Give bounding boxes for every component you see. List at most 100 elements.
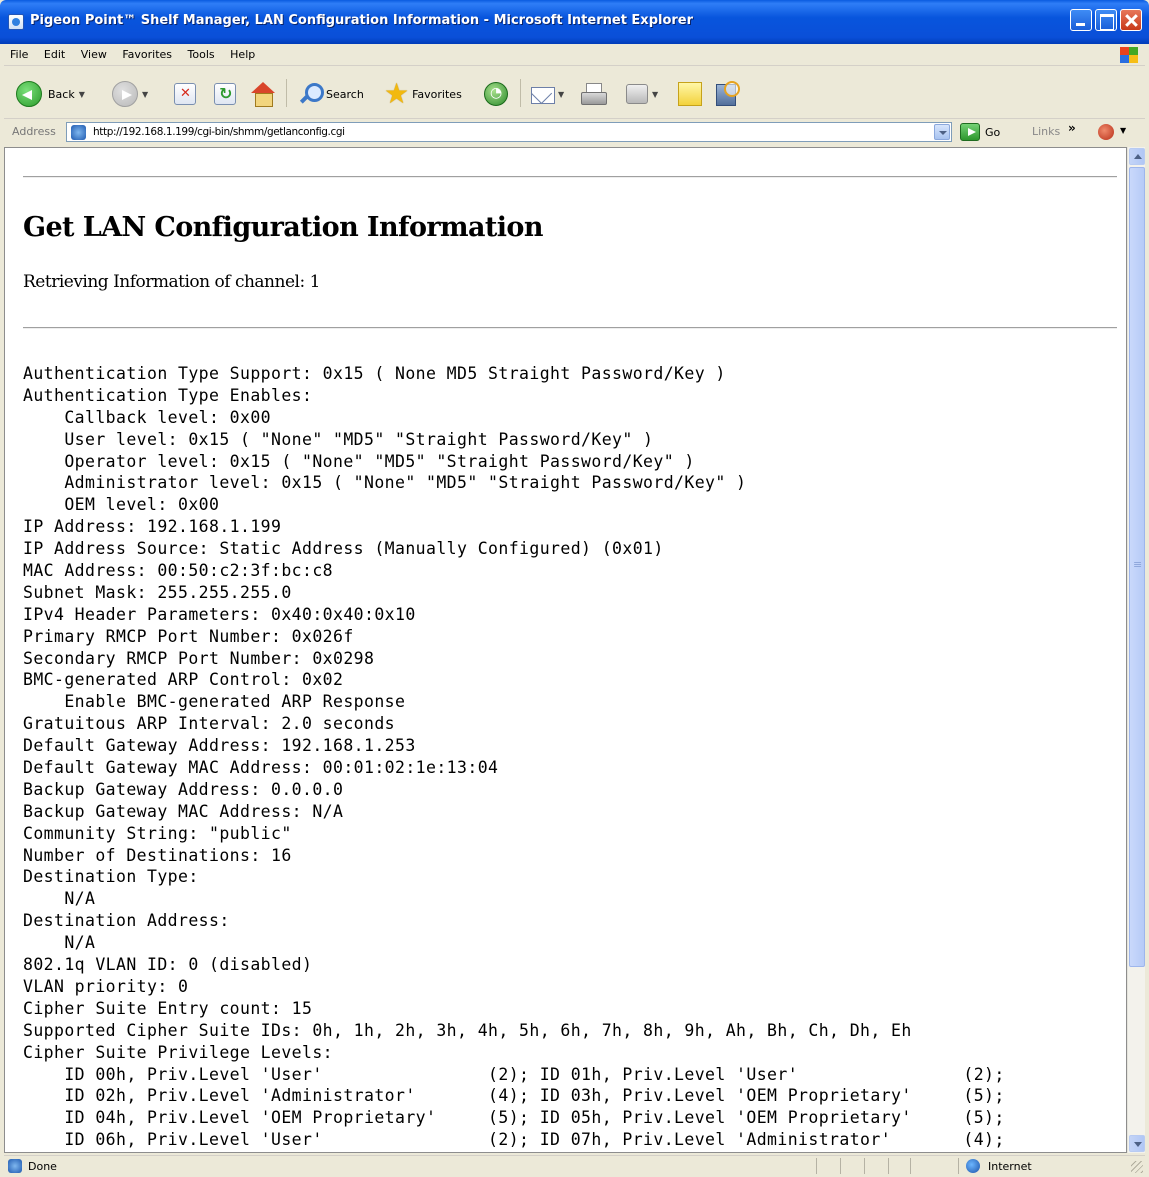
favorites-label: Favorites	[412, 87, 462, 101]
config-line: Cipher Suite Entry count: 15	[23, 998, 313, 1018]
status-divider	[840, 1158, 841, 1174]
back-arrow-icon	[16, 81, 42, 107]
stop-icon	[174, 83, 196, 105]
maximize-button[interactable]	[1095, 9, 1117, 31]
resize-grip[interactable]	[1131, 1161, 1143, 1173]
address-dropdown-icon[interactable]	[934, 124, 950, 140]
scroll-thumb[interactable]	[1129, 167, 1145, 967]
config-line: Supported Cipher Suite IDs: 0h, 1h, 2h, …	[23, 1020, 912, 1040]
config-line: ID 02h, Priv.Level 'Administrator' (4); …	[23, 1086, 1005, 1106]
internet-zone-icon	[966, 1159, 980, 1173]
config-line: MAC Address: 00:50:c2:3f:bc:c8	[23, 561, 334, 581]
config-line: Backup Gateway Address: 0.0.0.0	[23, 779, 344, 799]
address-bar: Address http://192.168.1.199/cgi-bin/shm…	[4, 120, 1145, 144]
close-button[interactable]	[1120, 9, 1142, 31]
menu-file[interactable]: File	[4, 44, 34, 61]
status-divider	[864, 1158, 865, 1174]
page-status-icon	[8, 1159, 22, 1173]
window-title: Pigeon Point™ Shelf Manager, LAN Configu…	[30, 13, 694, 28]
page-heading: Get LAN Configuration Information	[23, 212, 543, 243]
links-chevron-icon[interactable]: »	[1068, 121, 1076, 135]
stop-button[interactable]	[174, 79, 196, 109]
config-line: IPv4 Header Parameters: 0x40:0x40:0x10	[23, 604, 416, 624]
links-label[interactable]: Links	[1032, 125, 1060, 138]
go-arrow-icon	[960, 123, 980, 141]
home-button[interactable]	[250, 79, 276, 109]
home-icon	[250, 82, 276, 107]
config-line: VLAN priority: 0	[23, 976, 189, 996]
translate-dropdown-icon[interactable]: ▼	[1120, 126, 1126, 135]
translate-icon[interactable]	[1098, 124, 1114, 140]
config-line: Callback level: 0x00	[23, 407, 272, 427]
go-label: Go	[985, 125, 1001, 139]
forward-button[interactable]: ▼	[112, 79, 148, 109]
page-icon	[71, 125, 86, 140]
menu-bar: File Edit View Favorites Tools Help	[4, 44, 1145, 66]
mail-icon	[530, 83, 555, 105]
config-line: Community String: "public"	[23, 823, 292, 843]
status-text: Done	[28, 1160, 57, 1173]
zone-text: Internet	[988, 1160, 1032, 1173]
config-line: Enable BMC-generated ARP Response	[23, 692, 406, 712]
research-button[interactable]	[714, 79, 740, 109]
vertical-scrollbar[interactable]	[1127, 147, 1145, 1153]
edit-button[interactable]: ▼	[626, 79, 658, 109]
menu-edit[interactable]: Edit	[38, 44, 71, 61]
page-viewport: Get LAN Configuration Information Retrie…	[4, 147, 1127, 1153]
config-line: Number of Destinations: 16	[23, 845, 292, 865]
address-url[interactable]: http://192.168.1.199/cgi-bin/shmm/getlan…	[93, 126, 345, 138]
scroll-up-button[interactable]	[1129, 148, 1145, 165]
menu-help[interactable]: Help	[224, 44, 261, 61]
menu-tools[interactable]: Tools	[182, 44, 221, 61]
config-line: N/A	[23, 889, 96, 909]
title-bar[interactable]: Pigeon Point™ Shelf Manager, LAN Configu…	[0, 0, 1149, 44]
discuss-button[interactable]	[678, 79, 702, 109]
address-input[interactable]: http://192.168.1.199/cgi-bin/shmm/getlan…	[66, 122, 952, 142]
search-label: Search	[326, 87, 364, 101]
config-line: Destination Type:	[23, 867, 199, 887]
config-line: Default Gateway MAC Address: 00:01:02:1e…	[23, 758, 499, 778]
lan-config-output: Authentication Type Support: 0x15 ( None…	[23, 363, 1005, 1151]
config-line: 802.1q VLAN ID: 0 (disabled)	[23, 955, 313, 975]
windows-logo-icon	[1119, 46, 1139, 64]
config-line: Operator level: 0x15 ( "None" "MD5" "Str…	[23, 451, 695, 471]
scroll-down-button[interactable]	[1129, 1135, 1145, 1152]
channel-subtitle: Retrieving Information of channel: 1	[23, 272, 320, 292]
ie-page-icon[interactable]	[8, 14, 24, 30]
status-divider	[816, 1158, 817, 1174]
forward-arrow-icon	[112, 81, 138, 107]
refresh-button[interactable]	[214, 79, 236, 109]
status-divider	[958, 1158, 959, 1174]
menu-view[interactable]: View	[75, 44, 113, 61]
config-line: Authentication Type Enables:	[23, 385, 313, 405]
status-divider	[888, 1158, 889, 1174]
config-line: Gratuitous ARP Interval: 2.0 seconds	[23, 714, 396, 734]
config-line: OEM level: 0x00	[23, 495, 220, 515]
config-line: Secondary RMCP Port Number: 0x0298	[23, 648, 375, 668]
research-icon	[714, 81, 740, 107]
config-line: User level: 0x15 ( "None" "MD5" "Straigh…	[23, 429, 654, 449]
forward-dropdown-icon[interactable]: ▼	[142, 90, 148, 99]
config-line: N/A	[23, 933, 96, 953]
config-line: ID 04h, Priv.Level 'OEM Proprietary' (5)…	[23, 1108, 1005, 1128]
back-label: Back	[48, 87, 75, 101]
search-button[interactable]: Search	[298, 79, 364, 109]
edit-dropdown-icon[interactable]: ▼	[652, 90, 658, 99]
config-line: BMC-generated ARP Control: 0x02	[23, 670, 344, 690]
mail-dropdown-icon[interactable]: ▼	[558, 90, 564, 99]
back-button[interactable]: Back ▼	[16, 79, 85, 109]
media-button[interactable]	[484, 79, 508, 109]
mail-button[interactable]: ▼	[530, 79, 564, 109]
config-line: ID 06h, Priv.Level 'User' (2); ID 07h, P…	[23, 1130, 1005, 1150]
favorites-button[interactable]: ★ Favorites	[384, 79, 462, 109]
search-icon	[298, 82, 324, 106]
back-dropdown-icon[interactable]: ▼	[79, 90, 85, 99]
toolbar-separator	[286, 79, 287, 107]
config-line: Administrator level: 0x15 ( "None" "MD5"…	[23, 473, 747, 493]
print-button[interactable]	[580, 79, 607, 109]
note-icon	[678, 82, 702, 106]
menu-favorites[interactable]: Favorites	[116, 44, 178, 61]
go-button[interactable]: Go	[960, 122, 1000, 142]
minimize-button[interactable]	[1070, 9, 1092, 31]
edit-icon	[626, 84, 648, 104]
